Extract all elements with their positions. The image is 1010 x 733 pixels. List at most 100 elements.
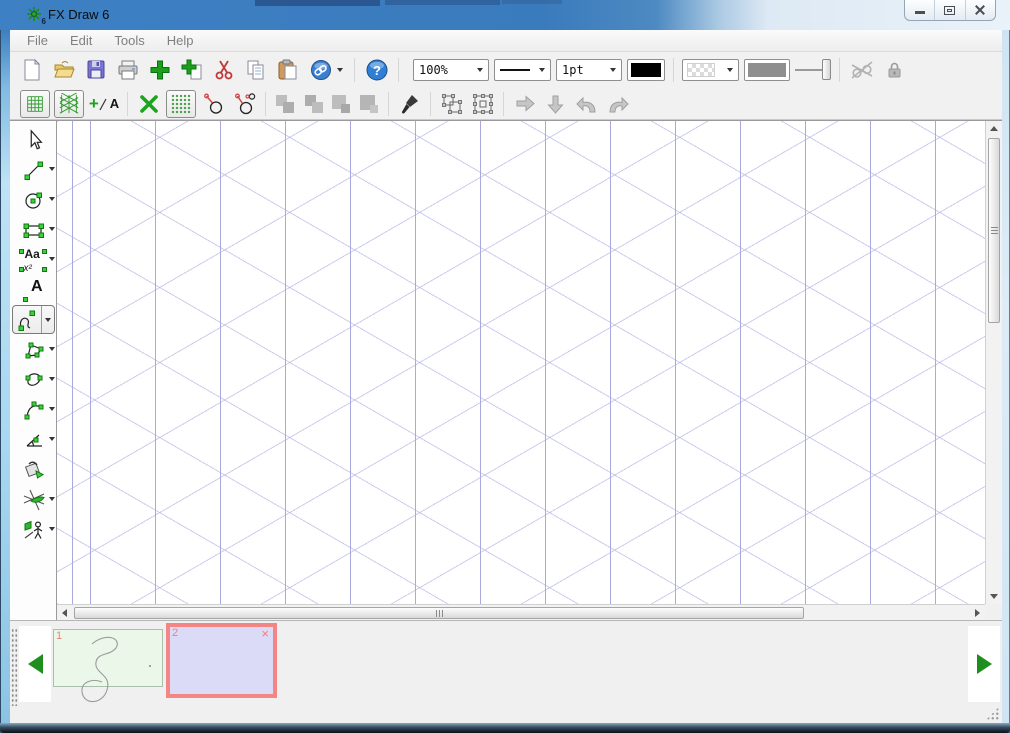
arrow-up-icon — [990, 126, 998, 131]
angle-tool[interactable] — [10, 425, 57, 455]
line-width-dropdown-button[interactable] — [605, 60, 621, 80]
order-icon — [312, 102, 323, 113]
snap-points-button[interactable] — [231, 90, 258, 117]
scroll-right-button[interactable] — [970, 605, 985, 621]
label-tool[interactable]: A — [10, 275, 57, 305]
figure-tool-dropdown[interactable] — [49, 527, 55, 531]
arc-tool-dropdown[interactable] — [49, 407, 55, 411]
rotate-left-button — [573, 90, 600, 117]
save-floppy-icon — [84, 58, 108, 82]
angle-tool-dropdown[interactable] — [49, 437, 55, 441]
ungroup-button[interactable] — [469, 90, 496, 117]
drawing-canvas[interactable] — [57, 121, 985, 604]
line-color-button[interactable] — [627, 59, 665, 81]
titlebar-glass-patch — [255, 0, 380, 6]
fill-pattern-dropdown-button[interactable] — [722, 60, 738, 80]
slider-handle[interactable] — [822, 59, 831, 80]
figure-tool[interactable] — [10, 515, 57, 545]
fill-tool[interactable] — [10, 455, 57, 485]
equation-text-tool[interactable]: Aa x² — [10, 245, 57, 275]
curve-tool-dropdown[interactable] — [41, 306, 54, 333]
insert-link-button[interactable] — [306, 57, 346, 84]
equation-sample-text: Aa — [25, 247, 40, 261]
line-width-combo[interactable]: 1pt — [556, 59, 622, 81]
zoom-dropdown-button[interactable] — [472, 60, 488, 80]
select-tool[interactable] — [10, 125, 57, 155]
line-style-combo[interactable] — [494, 59, 551, 81]
menu-tools[interactable]: Tools — [103, 30, 155, 51]
equation-tool-dropdown[interactable] — [49, 257, 55, 261]
isometric-grid-toggle[interactable] — [54, 90, 84, 118]
remove-grid-button[interactable] — [135, 90, 162, 117]
paste-button[interactable] — [274, 57, 301, 84]
save-button[interactable] — [82, 57, 109, 84]
vertical-scrollbar[interactable] — [985, 121, 1002, 604]
title-bar[interactable]: 6 FX Draw 6 — [0, 0, 1010, 30]
square-grid-toggle[interactable] — [20, 90, 50, 118]
main-toolbar: ? 100% 1pt — [10, 52, 1002, 88]
horizontal-scroll-thumb[interactable] — [74, 607, 804, 619]
minimize-icon — [915, 11, 925, 14]
fill-opacity-slider[interactable] — [795, 58, 831, 82]
line-tool-dropdown[interactable] — [49, 167, 55, 171]
add-graphic-button[interactable] — [146, 57, 173, 84]
zoom-combo[interactable]: 100% — [413, 59, 489, 81]
dot-grid-toggle[interactable] — [166, 90, 196, 118]
fill-color-button[interactable] — [744, 59, 790, 81]
curve-tool-selected[interactable] — [10, 305, 57, 335]
menu-file[interactable]: File — [16, 30, 59, 51]
menu-help[interactable]: Help — [156, 30, 205, 51]
circle-tool-dropdown[interactable] — [49, 197, 55, 201]
closed-curve-tool-dropdown[interactable] — [49, 377, 55, 381]
help-button[interactable]: ? — [363, 57, 390, 84]
menu-edit[interactable]: Edit — [59, 30, 103, 51]
add-axes-button[interactable]: + A — [88, 90, 120, 117]
new-document-button[interactable] — [18, 57, 45, 84]
scroll-up-button[interactable] — [986, 121, 1002, 136]
vertical-scroll-thumb[interactable] — [988, 138, 1000, 323]
polygon-tool-dropdown[interactable] — [49, 347, 55, 351]
next-page-button[interactable] — [968, 626, 1000, 702]
line-tool[interactable] — [10, 155, 57, 185]
scroll-down-button[interactable] — [986, 589, 1002, 604]
page-thumbnail-2-selected[interactable]: 2 × — [166, 623, 277, 698]
minimize-button[interactable] — [905, 0, 934, 20]
format-painter-button[interactable] — [396, 90, 423, 117]
maximize-button[interactable] — [934, 0, 964, 20]
curve-tool-button[interactable] — [12, 305, 55, 334]
handle-square — [19, 267, 24, 272]
app-logo-icon: 6 — [26, 6, 44, 24]
circle-tool[interactable] — [10, 185, 57, 215]
rectangle-tool[interactable] — [10, 215, 57, 245]
rectangle-tool-dropdown[interactable] — [49, 227, 55, 231]
add-graphic-page-button[interactable] — [178, 57, 205, 84]
page-thumbnail-1[interactable]: 1 — [53, 629, 163, 687]
shaded-region-tool[interactable] — [10, 485, 57, 515]
previous-page-button[interactable] — [19, 626, 51, 702]
print-button[interactable] — [114, 57, 141, 84]
send-backward-button — [301, 92, 325, 116]
move-right-button — [511, 90, 538, 117]
snap-point-button[interactable] — [200, 90, 227, 117]
closed-curve-tool[interactable] — [10, 365, 57, 395]
polygon-tool[interactable] — [10, 335, 57, 365]
arc-tool[interactable] — [10, 395, 57, 425]
scroll-left-button[interactable] — [57, 605, 72, 621]
window-resize-grip[interactable] — [986, 707, 999, 720]
copy-button[interactable] — [242, 57, 269, 84]
line-style-dropdown-button[interactable] — [534, 60, 550, 80]
open-button[interactable] — [50, 57, 77, 84]
link-dropdown-caret[interactable] — [337, 68, 343, 72]
scissors-icon — [212, 58, 236, 82]
close-button[interactable] — [965, 0, 995, 20]
fill-pattern-combo[interactable] — [682, 59, 739, 81]
send-to-back-button — [357, 92, 381, 116]
group-button[interactable] — [438, 90, 465, 117]
panel-drag-handle[interactable] — [11, 628, 18, 706]
cut-button[interactable] — [210, 57, 237, 84]
horizontal-scrollbar[interactable] — [57, 604, 985, 621]
shaded-region-tool-dropdown[interactable] — [49, 497, 55, 501]
close-page-icon[interactable]: × — [261, 626, 269, 642]
fill-color-swatch — [748, 63, 786, 77]
arrow-down-icon — [990, 594, 998, 599]
